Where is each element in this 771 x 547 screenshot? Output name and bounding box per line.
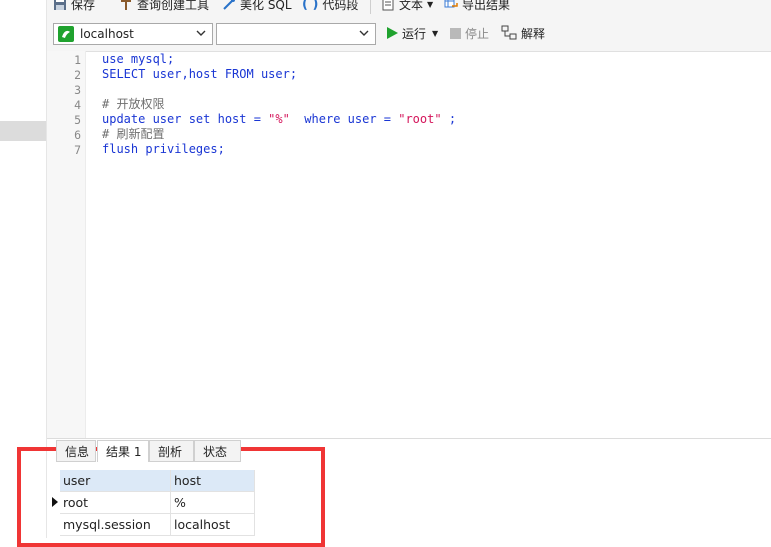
tab-label: 状态 — [203, 444, 228, 459]
beautify-sql-label: 美化 SQL — [240, 0, 292, 12]
toolbar-divider — [370, 0, 371, 14]
wand-icon — [223, 0, 235, 10]
run-label: 运行 — [402, 26, 427, 41]
snippet-button[interactable]: ( ) 代码段 — [302, 0, 358, 13]
export-grid-icon — [444, 0, 458, 8]
text-label: 文本 — [399, 0, 424, 12]
export-results-label: 导出结果 — [462, 0, 511, 12]
save-icon — [54, 0, 66, 10]
line-number: 2 — [74, 68, 81, 82]
code-token: ; — [441, 112, 457, 126]
code-line: update user set host = "%" where user = … — [102, 112, 456, 127]
tab-label: 结果 1 — [106, 445, 142, 459]
column-header-host[interactable]: host — [171, 470, 255, 492]
beautify-sql-button[interactable]: 美化 SQL — [222, 0, 292, 13]
code-comment: # 刷新配置 — [102, 127, 165, 141]
stop-button[interactable]: 停止 — [450, 24, 489, 42]
caret-down-icon: ▼ — [427, 0, 434, 9]
stop-icon — [450, 27, 461, 39]
left-panel-selected-row[interactable] — [0, 121, 46, 141]
tab-status[interactable]: 状态 — [194, 440, 241, 462]
code-token: update user set host = — [102, 112, 269, 126]
line-number: 5 — [74, 113, 81, 127]
export-results-button[interactable]: 导出结果 — [444, 0, 510, 13]
save-label: 保存 — [71, 0, 96, 12]
table-cell[interactable]: localhost — [171, 514, 255, 536]
stop-label: 停止 — [465, 26, 490, 41]
chevron-down-icon — [359, 30, 369, 36]
code-line: # 开放权限 — [102, 97, 164, 112]
database-select[interactable] — [216, 23, 376, 45]
code-line: use mysql; — [102, 52, 174, 67]
code-line: SELECT user,host FROM user; — [102, 67, 297, 82]
tab-result-1[interactable]: 结果 1 — [97, 440, 149, 462]
table-cell[interactable]: mysql.session — [60, 514, 171, 536]
query-builder-button[interactable]: 查询创建工具 — [119, 0, 209, 13]
code-string: "%" — [268, 112, 290, 126]
document-icon — [382, 0, 394, 11]
line-number: 6 — [74, 128, 81, 142]
line-number-gutter: 1234567 — [47, 51, 86, 438]
line-number: 7 — [74, 143, 81, 157]
explain-icon — [501, 25, 517, 40]
tab-profile[interactable]: 剖析 — [149, 440, 194, 462]
table-cell[interactable]: root — [60, 492, 171, 514]
connection-value: localhost — [80, 27, 134, 41]
text-button[interactable]: 文本 ▼ — [381, 0, 433, 13]
line-number: 1 — [74, 53, 81, 67]
toolbar: 保存 查询创建工具 美化 SQL ( ) 代码段 文本 ▼ 导出结果 — [47, 0, 771, 15]
sql-editor[interactable]: use mysql; SELECT user,host FROM user; # 开… — [102, 51, 762, 438]
caret-down-icon: ▼ — [432, 28, 439, 38]
code-string: "root" — [398, 112, 442, 126]
code-token: use mysql; — [102, 52, 175, 66]
connection-select[interactable]: localhost — [53, 23, 213, 45]
chevron-down-icon — [196, 30, 206, 36]
code-token: where user = — [289, 112, 399, 126]
code-line: flush privileges; — [102, 142, 225, 157]
code-token: flush privileges; — [102, 142, 225, 156]
line-number: 3 — [74, 83, 81, 97]
run-button[interactable]: 运行 ▼ — [386, 24, 438, 42]
tab-label: 剖析 — [158, 444, 183, 459]
explain-button[interactable]: 解释 — [501, 24, 545, 42]
code-token: SELECT user,host FROM user; — [102, 67, 298, 81]
tab-messages[interactable]: 信息 — [56, 440, 96, 462]
line-number: 4 — [74, 98, 81, 112]
query-builder-label: 查询创建工具 — [137, 0, 210, 12]
play-icon — [387, 27, 398, 39]
hammer-icon — [121, 0, 131, 10]
table-cell[interactable]: % — [171, 492, 255, 514]
connection-icon — [58, 26, 74, 42]
code-line: # 刷新配置 — [102, 127, 164, 142]
snippet-label: 代码段 — [322, 0, 359, 12]
column-header-user[interactable]: user — [60, 470, 171, 492]
explain-label: 解释 — [521, 26, 546, 41]
code-comment: # 开放权限 — [102, 97, 165, 111]
braces-icon: ( ) — [302, 0, 319, 12]
save-button[interactable]: 保存 — [53, 0, 95, 13]
tab-label: 信息 — [65, 444, 90, 459]
